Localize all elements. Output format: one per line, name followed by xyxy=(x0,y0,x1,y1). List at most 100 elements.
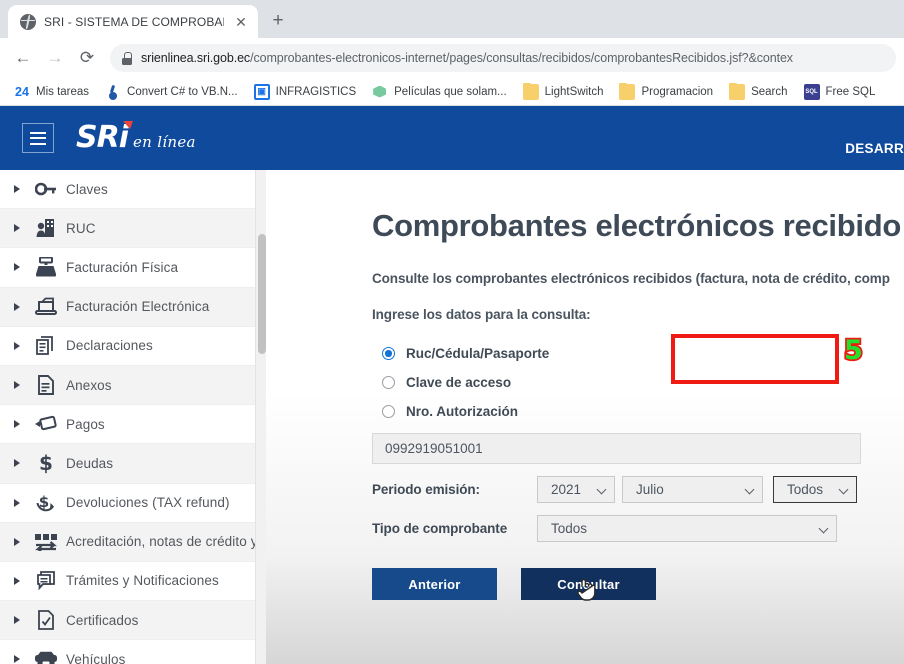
sidebar-item-acreditacion[interactable]: Acreditación, notas de crédito y TBC xyxy=(0,522,266,562)
sidebar-item-pagos[interactable]: Pagos xyxy=(0,405,266,445)
close-icon[interactable]: ✕ xyxy=(232,13,250,31)
payment-icon xyxy=(26,412,66,436)
tipo-comprobante-select[interactable]: Todos xyxy=(537,515,837,542)
new-tab-button[interactable]: + xyxy=(264,7,292,35)
document-icon xyxy=(26,373,66,397)
bookmark-item[interactable]: Películas que solam... xyxy=(364,81,515,103)
browser-toolbar: ← → ⟳ srienlinea.sri.gob.ec/comprobantes… xyxy=(0,38,904,78)
periodo-year-select[interactable]: 2021 xyxy=(537,476,615,503)
chevron-right-icon xyxy=(8,381,26,389)
sidebar-item-label: Facturación Física xyxy=(66,259,179,275)
tab-strip: SRI - SISTEMA DE COMPROBANT ✕ + xyxy=(0,0,904,38)
sidebar-item-label: Facturación Electrónica xyxy=(66,299,210,315)
refund-icon: $ xyxy=(26,491,66,515)
radio-label: Ruc/Cédula/Pasaporte xyxy=(406,346,550,361)
logo-subtext: en línea xyxy=(133,133,196,151)
user-label: DESARR xyxy=(845,141,904,156)
chevron-down-icon xyxy=(820,524,829,533)
sidebar-item-ruc[interactable]: RUC xyxy=(0,209,266,249)
radio-button[interactable] xyxy=(382,376,395,389)
sidebar-nav: Claves RUC Facturación Física Facturació… xyxy=(0,170,266,664)
back-icon[interactable]: ← xyxy=(8,43,38,73)
radio-button[interactable] xyxy=(382,347,395,360)
radio-option-clave[interactable]: Clave de acceso xyxy=(372,368,904,397)
anterior-button[interactable]: Anterior xyxy=(372,568,497,600)
select-value: Todos xyxy=(551,521,588,536)
bookmark-label: Search xyxy=(751,85,788,98)
periodo-day-select[interactable]: Todos xyxy=(773,476,857,503)
sidebar-item-label: Pagos xyxy=(66,416,105,432)
sidebar-item-facturacion-fisica[interactable]: Facturación Física xyxy=(0,248,266,288)
chevron-right-icon xyxy=(8,420,26,428)
documents-icon xyxy=(26,334,66,358)
bookmark-label: LightSwitch xyxy=(544,85,604,98)
form-instruction: Ingrese los datos para la consulta: xyxy=(372,307,591,322)
bookmark-item[interactable]: Search xyxy=(721,81,795,103)
browser-window: SRI - SISTEMA DE COMPROBANT ✕ + ← → ⟳ sr… xyxy=(0,0,904,664)
sidebar-item-claves[interactable]: Claves xyxy=(0,170,266,210)
laptop-icon xyxy=(26,295,66,319)
browser-tab[interactable]: SRI - SISTEMA DE COMPROBANT ✕ xyxy=(8,5,258,38)
sri-header: SRi en línea DESARR xyxy=(0,106,904,170)
address-bar[interactable]: srienlinea.sri.gob.ec/comprobantes-elect… xyxy=(110,44,896,72)
chevron-right-icon xyxy=(8,616,26,624)
globe-icon xyxy=(20,13,36,30)
identifier-input[interactable]: 0992919051001 xyxy=(372,433,861,464)
url-host: srienlinea.sri.gob.ec xyxy=(141,51,251,65)
chevron-down-icon xyxy=(746,485,755,494)
sidebar-item-label: Declaraciones xyxy=(66,338,153,354)
forward-icon[interactable]: → xyxy=(40,43,70,73)
chevron-right-icon xyxy=(8,577,26,585)
chevron-right-icon xyxy=(8,451,26,475)
select-value: Todos xyxy=(787,482,824,497)
bookmark-label: Programacion xyxy=(641,85,714,98)
tipo-comprobante-row: Tipo de comprobante Todos xyxy=(372,515,904,542)
consultar-button[interactable]: Consultar xyxy=(521,568,656,601)
svg-text:$: $ xyxy=(39,452,53,474)
sidebar-item-label: Acreditación, notas de crédito y TBC xyxy=(66,534,266,550)
bookmark-item[interactable]: SQL Free SQL xyxy=(796,81,884,103)
lock-icon xyxy=(122,51,132,65)
sidebar-item-label: RUC xyxy=(66,220,96,236)
chevron-right-icon xyxy=(8,655,26,663)
bookmark-item[interactable]: Convert C# to VB.N... xyxy=(97,81,246,103)
chevron-right-icon xyxy=(8,224,26,232)
radio-button[interactable] xyxy=(382,405,395,418)
tipo-label: Tipo de comprobante xyxy=(372,521,508,536)
sidebar-item-facturacion-electronica[interactable]: Facturación Electrónica xyxy=(0,287,266,327)
sidebar-item-deudas[interactable]: $ Deudas xyxy=(0,444,266,484)
sidebar-item-certificados[interactable]: Certificados xyxy=(0,601,266,641)
sidebar-item-label: Deudas xyxy=(66,455,114,471)
bookmark-item[interactable]: 24 Mis tareas xyxy=(6,81,97,103)
radio-option-autorizacion[interactable]: Nro. Autorización xyxy=(372,397,904,426)
sql-icon: SQL xyxy=(803,83,820,100)
periodo-month-select[interactable]: Julio xyxy=(622,476,763,503)
bookmark-label: INFRAGISTICS xyxy=(275,85,357,98)
chevron-right-icon xyxy=(8,303,26,311)
sidebar-item-vehiculos[interactable]: Vehículos xyxy=(0,640,266,664)
chevron-right-icon xyxy=(8,263,26,271)
radio-option-ruc[interactable]: Ruc/Cédula/Pasaporte xyxy=(372,339,904,368)
sidebar-item-tramites[interactable]: Trámites y Notificaciones xyxy=(0,561,266,602)
scrollbar-thumb[interactable] xyxy=(257,234,266,354)
consultar-label: Consultar xyxy=(557,576,620,592)
sidebar-scrollbar[interactable] xyxy=(255,170,266,664)
sidebar-item-anexos[interactable]: Anexos xyxy=(0,365,266,406)
chevron-right-icon xyxy=(8,342,26,350)
infragistics-icon: ▣ xyxy=(253,83,270,100)
key-icon xyxy=(26,177,66,201)
radio-label: Clave de acceso xyxy=(406,375,512,390)
periodo-label: Periodo emisión: xyxy=(372,482,480,497)
hamburger-icon[interactable] xyxy=(22,123,54,153)
vb-icon xyxy=(105,84,121,100)
chevron-right-icon xyxy=(8,499,26,507)
bookmarks-bar: 24 Mis tareas Convert C# to VB.N... ▣ IN… xyxy=(0,78,904,106)
bookmark-item[interactable]: LightSwitch xyxy=(515,81,612,103)
bookmark-item[interactable]: Programacion xyxy=(611,81,721,103)
bookmark-item[interactable]: ▣ INFRAGISTICS xyxy=(246,81,365,103)
reload-icon[interactable]: ⟳ xyxy=(72,43,102,73)
sidebar-item-devoluciones[interactable]: $ Devoluciones (TAX refund) xyxy=(0,483,266,523)
main-content: Comprobantes electrónicos recibido Consu… xyxy=(266,170,904,664)
bookmark-label: Películas que solam... xyxy=(394,85,507,98)
sidebar-item-declaraciones[interactable]: Declaraciones xyxy=(0,326,266,366)
